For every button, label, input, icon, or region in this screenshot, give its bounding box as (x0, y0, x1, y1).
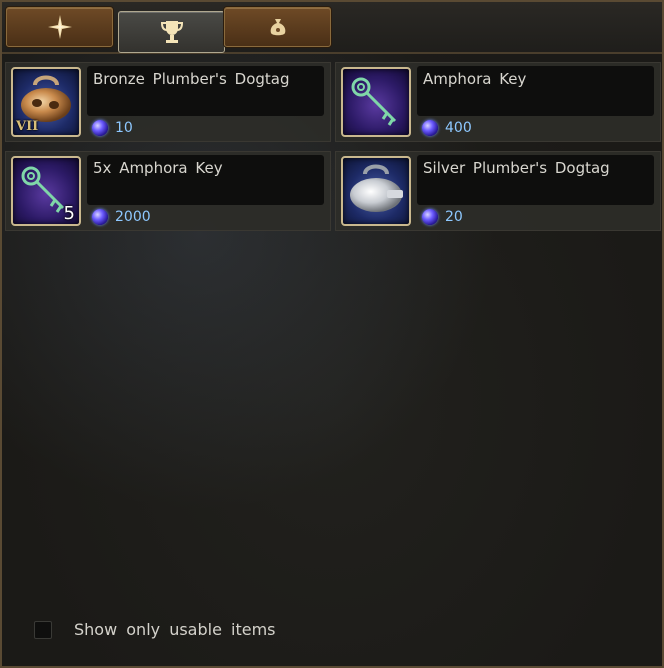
shop-item-bronze-dogtag[interactable]: VII Bronze Plumber's Dogtag 10 (5, 62, 331, 142)
item-price-value: 20 (445, 209, 463, 225)
amphora-key-icon (351, 77, 397, 126)
gem-currency-icon (422, 120, 438, 136)
item-price-value: 2000 (115, 209, 151, 225)
shop-item-amphora-key-bundle[interactable]: 5 5x Amphora Key 2000 (5, 151, 331, 231)
usable-items-checkbox[interactable] (34, 620, 52, 639)
trophy-icon (160, 21, 183, 43)
usable-filter: Show only usable items (34, 620, 275, 639)
item-price: 400 (422, 118, 472, 138)
item-price-value: 10 (115, 120, 133, 136)
item-price-value: 400 (445, 120, 472, 136)
gem-currency-icon (92, 120, 108, 136)
item-quantity: 5 (63, 203, 75, 224)
item-slot: VII (11, 67, 81, 137)
item-name-box: Bronze Plumber's Dogtag (87, 66, 324, 116)
item-slot: 5 (11, 156, 81, 226)
item-name: Amphora Key (423, 70, 527, 88)
silver-dogtag-icon (350, 164, 403, 212)
item-name-box: Amphora Key (417, 66, 654, 116)
tab-currency[interactable] (224, 7, 331, 47)
item-price: 20 (422, 207, 463, 227)
shop-item-amphora-key[interactable]: Amphora Key 400 (335, 62, 661, 142)
item-tier: VII (16, 119, 39, 134)
usable-items-label[interactable]: Show only usable items (74, 620, 275, 639)
money-bag-icon (270, 19, 285, 36)
gem-currency-icon (92, 209, 108, 225)
item-price: 2000 (92, 207, 151, 227)
tab-general[interactable] (6, 7, 113, 47)
tab-bar (2, 2, 662, 54)
shop-panel: VII Bronze Plumber's Dogtag 10 Amphora K… (0, 0, 664, 668)
item-name: 5x Amphora Key (93, 159, 223, 177)
item-name-box: 5x Amphora Key (87, 155, 324, 205)
item-name: Bronze Plumber's Dogtag (93, 70, 290, 88)
item-name-box: Silver Plumber's Dogtag (417, 155, 654, 205)
tab-trophies[interactable] (118, 11, 225, 53)
item-name: Silver Plumber's Dogtag (423, 159, 610, 177)
item-price: 10 (92, 118, 133, 138)
item-slot (341, 67, 411, 137)
gem-currency-icon (422, 209, 438, 225)
shop-item-silver-dogtag[interactable]: Silver Plumber's Dogtag 20 (335, 151, 661, 231)
compass-star-icon (47, 15, 72, 39)
item-slot (341, 156, 411, 226)
